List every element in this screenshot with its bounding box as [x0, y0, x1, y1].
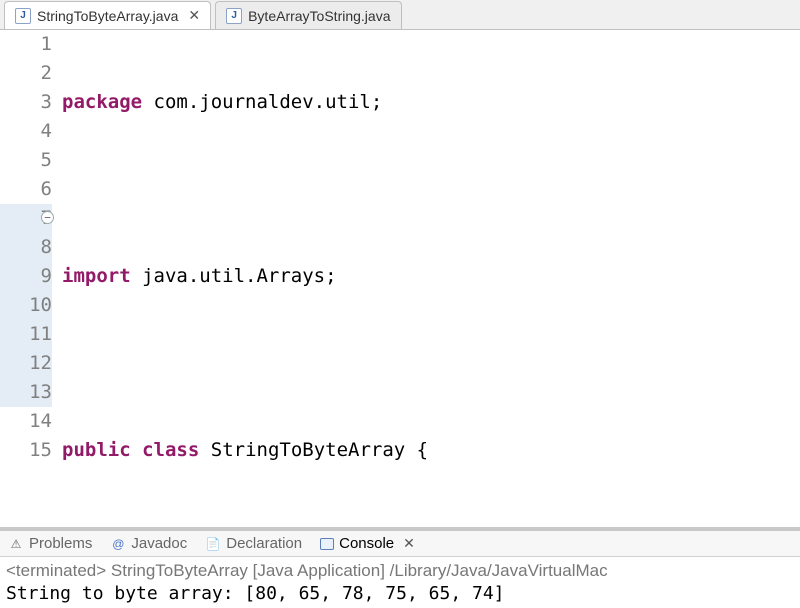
close-icon[interactable]: ✕ — [188, 7, 200, 24]
close-icon[interactable]: ✕ — [403, 535, 415, 552]
line-number-gutter: 1 2 3 4 5 6 7− 8 9 10 11 12 13 14 15 — [0, 30, 62, 527]
tab-stringtobytearray[interactable]: J StringToByteArray.java ✕ — [4, 1, 211, 29]
tab-declaration[interactable]: 📄 Declaration — [205, 535, 302, 552]
console-body: <terminated> StringToByteArray [Java App… — [0, 557, 800, 608]
code-content[interactable]: package com.journaldev.util; import java… — [62, 30, 800, 527]
tab-problems[interactable]: ⚠ Problems — [8, 535, 92, 552]
java-file-icon: J — [226, 8, 242, 24]
tab-label: StringToByteArray.java — [37, 8, 178, 24]
bottom-panel: ⚠ Problems @ Javadoc 📄 Declaration Conso… — [0, 527, 800, 608]
declaration-icon: 📄 — [205, 536, 221, 552]
tab-javadoc[interactable]: @ Javadoc — [110, 535, 187, 552]
console-icon — [320, 538, 334, 550]
editor-tabs: J StringToByteArray.java ✕ J ByteArrayTo… — [0, 0, 800, 30]
tab-bytearraytostring[interactable]: J ByteArrayToString.java — [215, 1, 401, 29]
tab-label: ByteArrayToString.java — [248, 8, 390, 24]
tab-console[interactable]: Console ✕ — [320, 535, 415, 552]
code-editor[interactable]: 1 2 3 4 5 6 7− 8 9 10 11 12 13 14 15 pac… — [0, 30, 800, 527]
bottom-tabs: ⚠ Problems @ Javadoc 📄 Declaration Conso… — [0, 531, 800, 557]
warning-icon: ⚠ — [8, 536, 24, 552]
console-status: <terminated> StringToByteArray [Java App… — [6, 561, 794, 581]
at-icon: @ — [110, 536, 126, 552]
java-file-icon: J — [15, 8, 31, 24]
console-output: String to byte array: [80, 65, 78, 75, 6… — [6, 583, 794, 604]
fold-icon[interactable]: − — [41, 211, 54, 224]
